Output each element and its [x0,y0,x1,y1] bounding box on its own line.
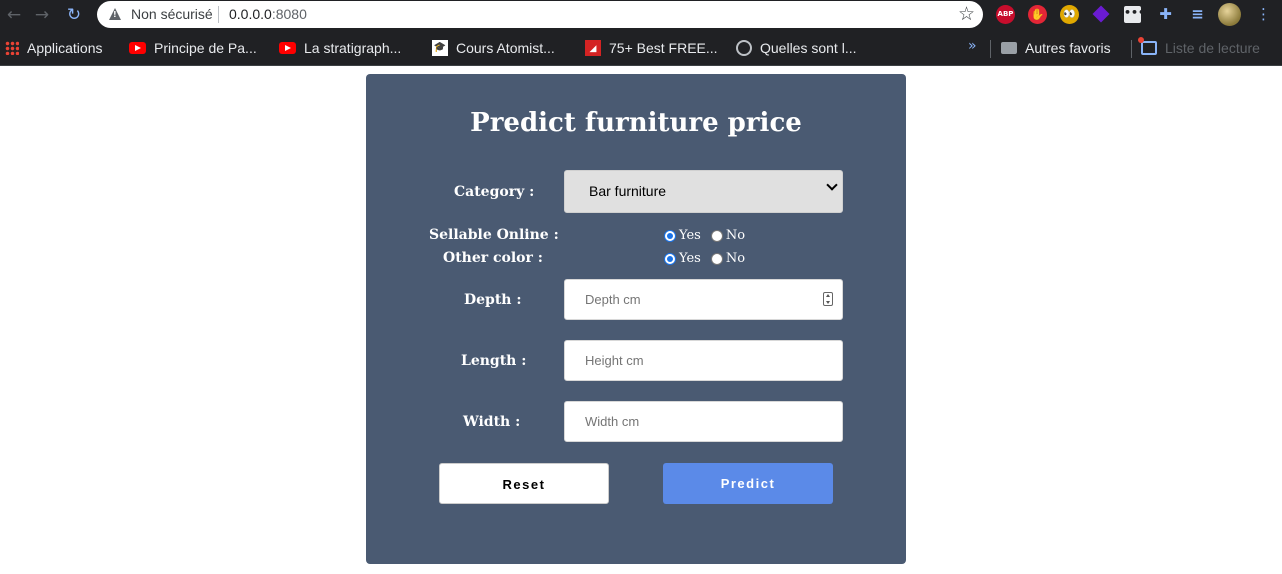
sellable-yes-radio[interactable] [664,229,676,242]
depth-label: Depth : [464,292,522,308]
other-color-yes-radio[interactable] [664,252,676,265]
bookmark-75-best[interactable]: ◢ 75+ Best FREE... [585,38,718,58]
bookmarks-overflow-icon[interactable]: » [968,38,977,54]
reading-list-label: Liste de lecture [1165,40,1260,56]
other-color-no-radio[interactable] [710,252,723,265]
category-label: Category : [454,184,535,200]
other-color-radio-group: Yes No [664,251,755,266]
bookmark-label: Applications [27,40,103,56]
bookmark-label: Autres favoris [1025,40,1111,56]
security-status[interactable]: Non sécurisé [131,6,213,22]
width-label: Width : [463,414,521,430]
bookmarks-divider [1131,40,1132,58]
sellable-no-radio[interactable] [710,229,723,242]
category-selected-value: Bar furniture [589,183,667,199]
adblock-extension-icon[interactable]: ABP [996,5,1015,24]
width-placeholder: Width cm [585,414,640,429]
sellable-online-label: Sellable Online : [429,227,559,243]
apps-grid-icon [5,41,19,55]
width-input[interactable]: Width cm [564,401,843,442]
extensions-puzzle-icon[interactable]: ✚ [1156,5,1175,24]
prediction-form-card: Predict furniture price Category : Bar f… [366,74,906,564]
reading-list-icon [1138,37,1157,55]
bookmark-principe[interactable]: Principe de Pa... [129,38,257,58]
forward-arrow-icon[interactable]: → [31,4,53,26]
depth-input[interactable]: Depth cm [564,279,843,320]
bookmark-other-favorites[interactable]: Autres favoris [1001,38,1111,58]
bookmark-applications[interactable]: Applications [5,38,103,58]
length-label: Length : [461,353,527,369]
other-color-no-label: No [725,251,746,266]
site-logo-icon: ◢ [585,40,601,56]
bookmarks-bar: Applications Principe de Pa... La strati… [0,30,1282,66]
globe-icon [736,40,752,56]
folder-icon [1001,42,1017,54]
purple-diamond-extension-icon[interactable] [1092,5,1111,24]
depth-placeholder: Depth cm [585,292,641,307]
length-placeholder: Height cm [585,353,644,368]
address-bar[interactable]: Non sécurisé 0.0.0.0:8080 ☆ [97,1,983,28]
graduation-cap-icon: 🎓 [432,40,448,56]
youtube-icon [129,42,146,54]
sellable-no-label: No [725,228,746,243]
stop-hand-extension-icon[interactable]: ✋ [1028,5,1047,24]
dots-extension-icon[interactable]: ••• [1124,6,1145,23]
url-host: 0.0.0.0 [229,6,272,22]
bookmarks-divider [990,40,991,58]
bookmark-star-icon[interactable]: ☆ [958,3,975,25]
url-text[interactable]: 0.0.0.0:8080 [229,6,307,22]
reset-button[interactable]: Reset [439,463,609,504]
reading-list-button[interactable]: Liste de lecture [1138,37,1260,58]
back-arrow-icon[interactable]: ← [3,4,25,26]
eyes-extension-icon[interactable]: 👀 [1060,5,1079,24]
bookmark-label: La stratigraph... [304,40,402,56]
category-select[interactable]: Bar furniture [564,170,843,213]
browser-toolbar: ← → ↻ Non sécurisé 0.0.0.0:8080 ☆ ABP ✋ … [0,0,1282,30]
browser-menu-icon[interactable]: ⋮ [1256,5,1271,23]
profile-avatar[interactable] [1218,3,1241,26]
predict-button[interactable]: Predict [663,463,833,504]
sellable-yes-label: Yes [679,228,701,243]
number-spinner-icon[interactable] [823,292,833,306]
bookmark-label: 75+ Best FREE... [609,40,718,56]
warning-icon[interactable] [109,8,121,20]
youtube-icon [279,42,296,54]
url-port: :8080 [271,6,307,22]
bookmark-label: Principe de Pa... [154,40,257,56]
bookmark-cours[interactable]: 🎓 Cours Atomist... [432,38,555,58]
bookmark-stratigraph[interactable]: La stratigraph... [279,38,401,58]
omnibox-divider [218,6,219,23]
length-input[interactable]: Height cm [564,340,843,381]
sellable-online-radio-group: Yes No [664,228,755,243]
media-queue-icon[interactable]: ≡ [1188,5,1207,24]
other-color-label: Other color : [443,250,543,266]
reload-icon[interactable]: ↻ [63,4,85,26]
page-title: Predict furniture price [470,108,802,138]
other-color-yes-label: Yes [679,251,701,266]
bookmark-quelles[interactable]: Quelles sont l... [736,38,857,58]
bookmark-label: Cours Atomist... [456,40,555,56]
bookmark-label: Quelles sont l... [760,40,857,56]
chevron-down-icon [826,179,838,191]
